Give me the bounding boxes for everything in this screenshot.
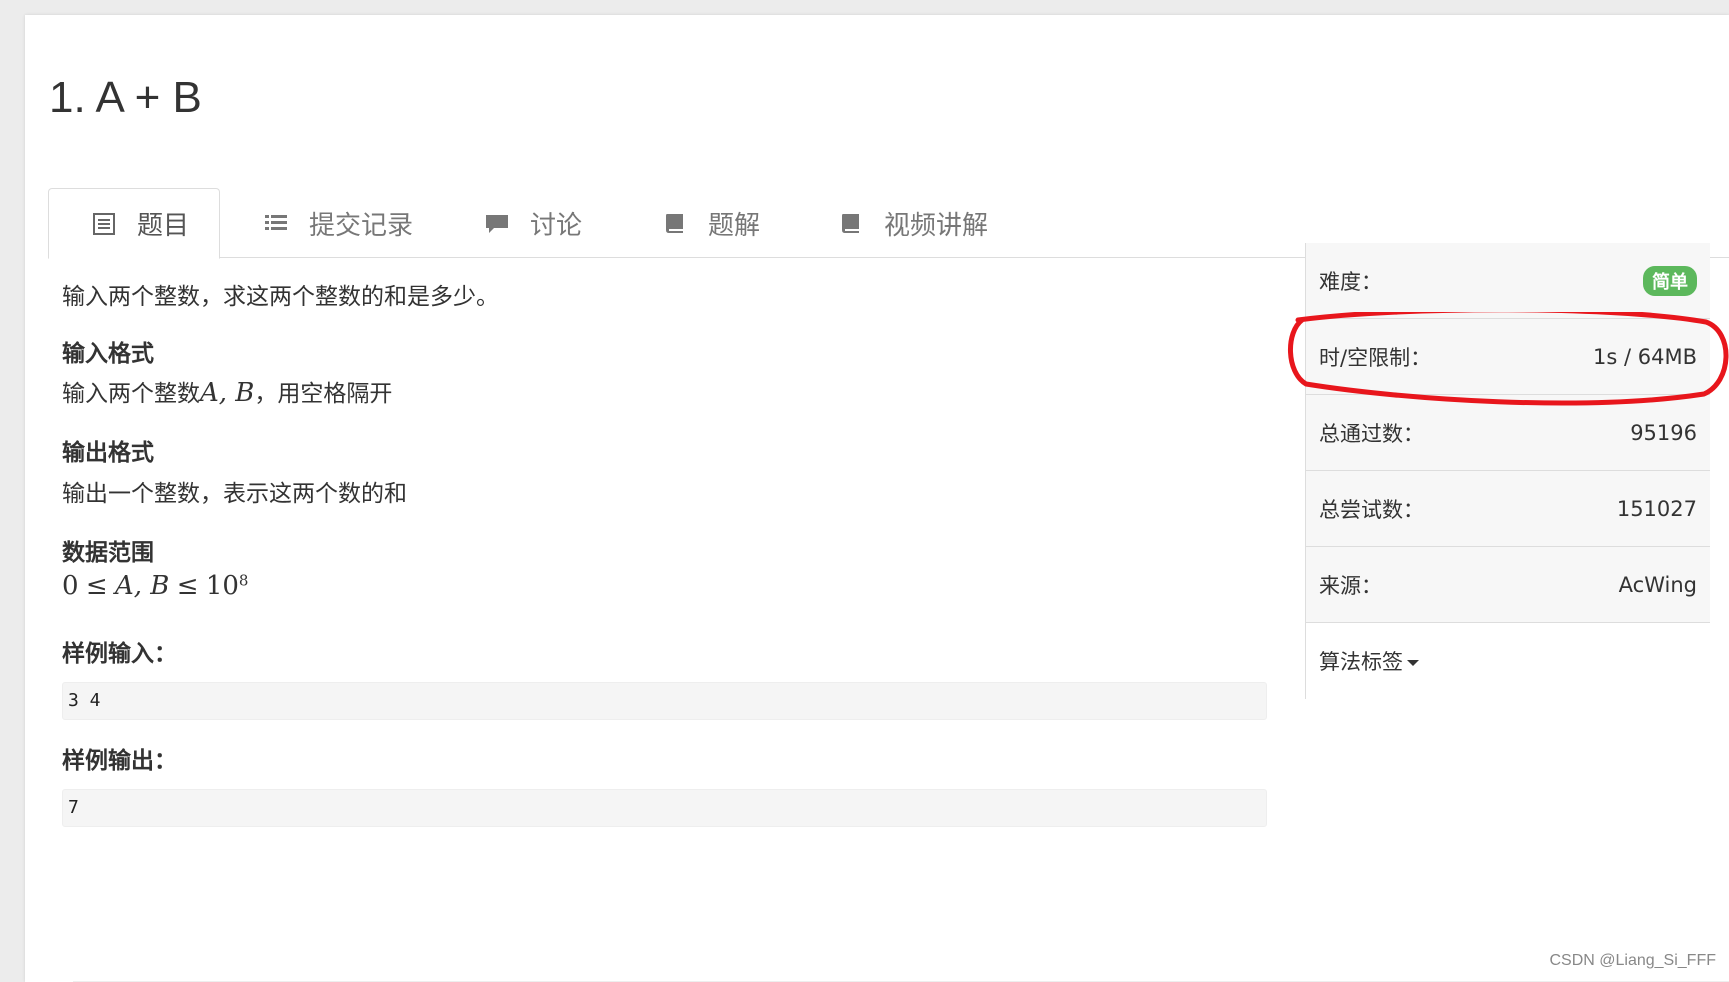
source-value: AcWing [1618, 572, 1697, 597]
tab-label: 题解 [708, 210, 761, 241]
tab-solutions[interactable]: 题解 [662, 188, 760, 258]
tab-label: 视频讲解 [884, 210, 989, 241]
sample-output-block[interactable]: 7 [62, 789, 1267, 827]
tab-label: 提交记录 [309, 210, 414, 241]
input-format-heading: 输入格式 [62, 341, 154, 367]
tab-submissions[interactable]: 提交记录 [263, 188, 413, 258]
tab-label: 讨论 [530, 210, 583, 241]
watermark: CSDN @Liang_Si_FFF [1549, 952, 1716, 969]
algorithm-tags-label: 算法标签 [1319, 646, 1419, 676]
algorithm-tags-toggle[interactable]: 算法标签 [1306, 623, 1710, 699]
tab-problem[interactable]: 题目 [48, 188, 220, 259]
document-list-icon [91, 211, 117, 237]
attempts-row: 总尝试数： 151027 [1306, 471, 1710, 547]
sample-output-heading: 样例输出： [62, 748, 177, 774]
book-icon [662, 210, 688, 236]
problem-info-panel: 难度： 简单 时/空限制： 1s / 64MB 总通过数： 95196 总尝试数… [1305, 243, 1710, 699]
passed-value: 95196 [1630, 420, 1697, 445]
limit-value: 1s / 64MB [1593, 344, 1697, 369]
difficulty-badge: 简单 [1643, 265, 1697, 296]
source-row: 来源： AcWing [1306, 547, 1710, 623]
problem-title: 1. A + B [49, 73, 202, 122]
intro-text: 输入两个整数，求这两个整数的和是多少。 [62, 284, 499, 310]
limit-label: 时/空限制： [1319, 345, 1432, 370]
input-format-text: 输入两个整数A, B，用空格隔开 [62, 378, 393, 408]
attempts-value: 151027 [1616, 496, 1697, 521]
data-range-heading: 数据范围 [62, 540, 154, 566]
limit-row: 时/空限制： 1s / 64MB [1306, 319, 1710, 395]
output-format-heading: 输出格式 [62, 440, 154, 466]
passed-label: 总通过数： [1319, 421, 1424, 446]
data-range-formula: 0 ≤ A, B ≤ 108 [62, 571, 249, 601]
tab-label: 题目 [137, 211, 190, 241]
caret-down-icon [1407, 660, 1419, 666]
difficulty-row: 难度： 简单 [1306, 243, 1710, 319]
passed-row: 总通过数： 95196 [1306, 395, 1710, 471]
output-format-text: 输出一个整数，表示这两个数的和 [62, 481, 407, 507]
difficulty-label: 难度： [1319, 269, 1382, 294]
source-label: 来源： [1319, 573, 1382, 598]
sample-input-heading: 样例输入： [62, 641, 177, 667]
comment-icon [484, 210, 510, 236]
sample-input-block[interactable]: 3 4 [62, 682, 1267, 720]
tab-discussion[interactable]: 讨论 [484, 188, 582, 258]
tab-video[interactable]: 视频讲解 [838, 188, 988, 258]
attempts-label: 总尝试数： [1319, 497, 1424, 522]
book-icon [838, 210, 864, 236]
list-icon [263, 210, 289, 236]
